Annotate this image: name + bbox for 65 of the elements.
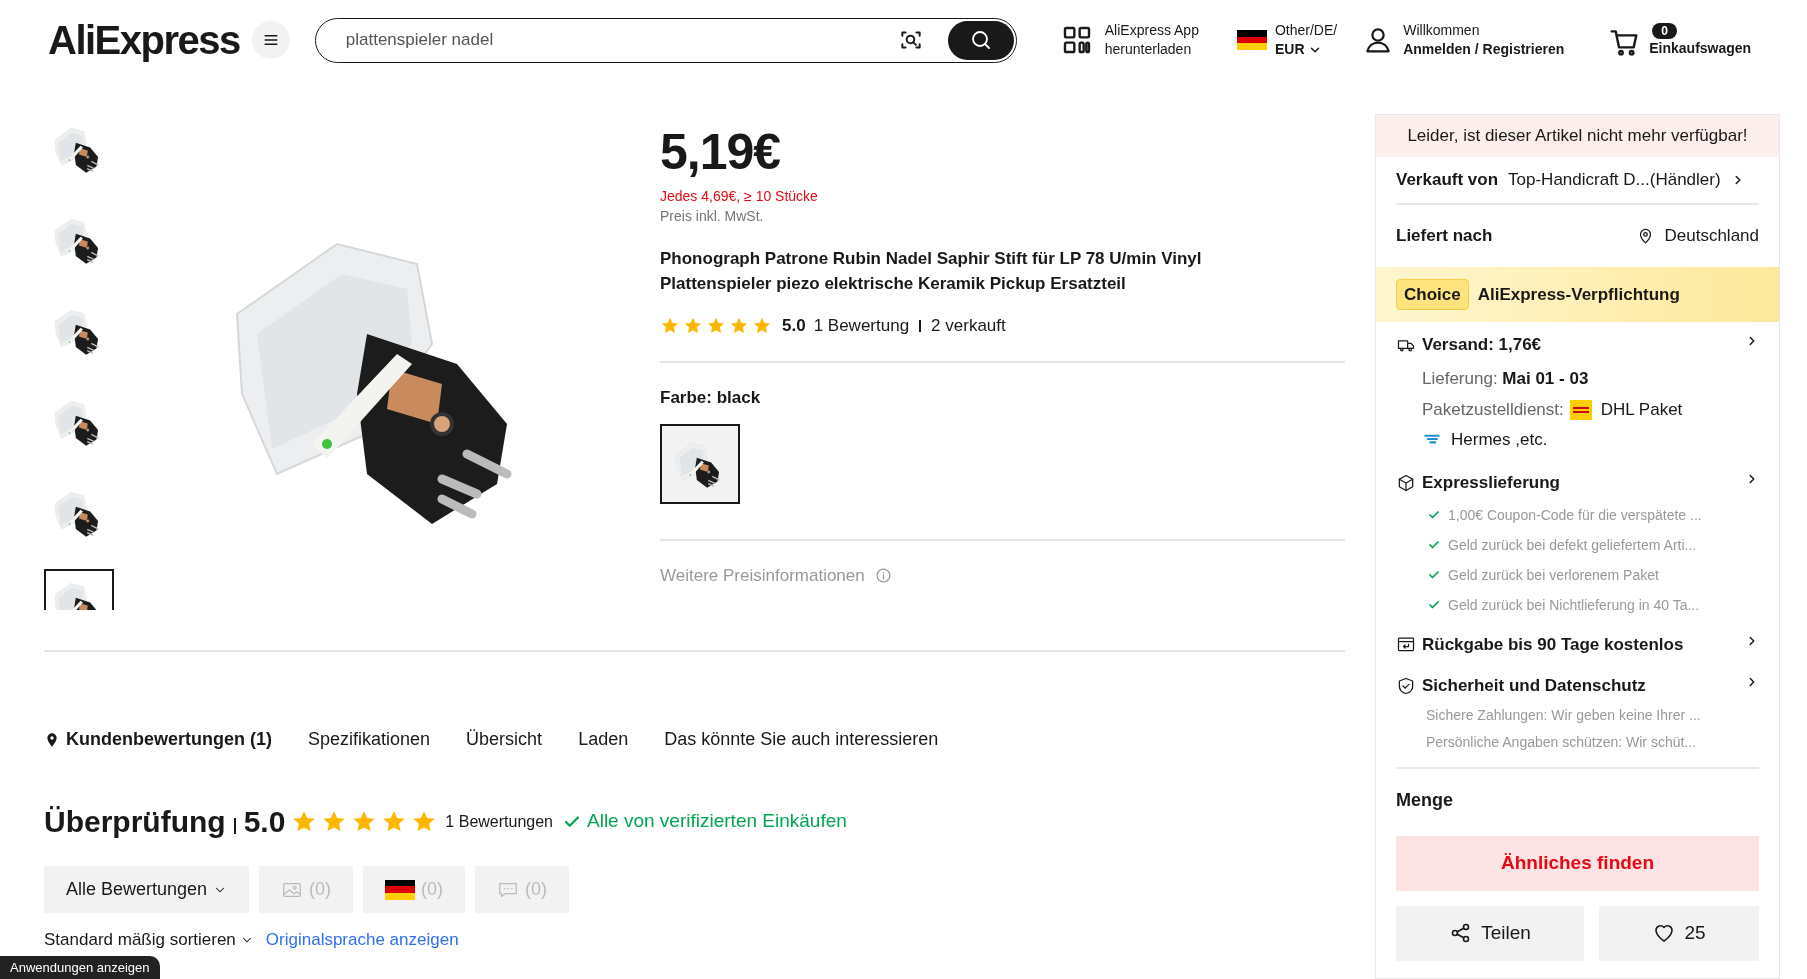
menu-button[interactable] [251, 21, 290, 59]
section-title: Expresslieferung [1422, 472, 1561, 494]
review-count-link[interactable]: 1 Bewertung [813, 313, 910, 339]
region-selector[interactable]: Other/DE/ EUR [1274, 21, 1338, 59]
location-pin-icon [44, 731, 60, 748]
review-filter[interactable]: Alle Bewertungen [44, 866, 250, 913]
tab[interactable]: Übersicht [466, 726, 543, 753]
carrier-logo-icon [1569, 399, 1592, 420]
carrier-name: Hermes ,etc. [1451, 428, 1548, 451]
privacy-note: Persönliche Angaben schützen: Wir schüt... [1426, 732, 1698, 752]
german-flag-icon [1236, 30, 1267, 50]
quantity-label: Menge [1396, 788, 1454, 812]
carrier-name: DHL Paket [1600, 399, 1683, 421]
check-icon [1428, 509, 1440, 521]
sort-dropdown[interactable]: Standard mäßig sortieren [44, 927, 254, 953]
check-icon [1428, 569, 1440, 581]
logo[interactable]: AliExpress [48, 20, 240, 60]
rating-score: 5.0 [782, 315, 806, 337]
share-button[interactable]: Teilen [1396, 905, 1584, 961]
cart-link[interactable]: Einkaufswagen [1649, 38, 1752, 58]
tab[interactable]: Kundenbewertungen (1) [44, 726, 272, 753]
app-download-link[interactable]: AliExpress App herunterladen [1104, 21, 1199, 59]
delivery-estimate: Lieferung: Mai 01 - 03 [1422, 367, 1590, 390]
shield-icon [1396, 675, 1416, 696]
price: 5,19€ [660, 124, 782, 180]
section-title: Sicherheit und Datenschutz [1422, 675, 1647, 697]
choice-badge: Choice [1396, 278, 1469, 311]
section-title: Versand: 1,76€ [1422, 334, 1543, 356]
guarantee-point: Geld zurück bei verlorenem Paket [1448, 565, 1659, 585]
review-count: 1 Bewertungen [445, 811, 553, 832]
verified-note: Alle von verifizierten Einkäufen [587, 809, 847, 834]
color-label: Farbe: black [660, 386, 762, 409]
tax-note: Preis inkl. MwSt. [660, 207, 765, 226]
find-similar-button[interactable]: Ähnliches finden [1396, 835, 1759, 891]
tab[interactable]: Laden [578, 726, 629, 753]
cart-count-badge: 0 [1652, 22, 1677, 39]
check-icon [1428, 599, 1440, 611]
rating-score: 5.0 [243, 804, 286, 840]
tooltip: Anwendungen anzeigen [0, 955, 160, 979]
guarantee-point: 1,00€ Coupon-Code für die verspätete ... [1448, 505, 1702, 525]
carrier-label: Paketzustelldienst: [1422, 399, 1564, 421]
tab[interactable]: Spezifikationen [308, 726, 431, 753]
ship-to-link[interactable]: Deutschland [1664, 223, 1759, 249]
privacy-note: Sichere Zahlungen: Wir geben keine Ihrer ... [1426, 705, 1702, 725]
box-icon [1396, 472, 1416, 493]
guarantee-point: Geld zurück bei defekt geliefertem Arti... [1448, 535, 1697, 555]
reviews-heading: Überprüfung [44, 804, 226, 840]
ship-to-label: Liefert nach [1396, 225, 1493, 248]
product-title: Phonograph Patrone Rubin Nadel Saphir Stift für LP 78 U/min Vinyl Plattenspieler piezo elektrische Keramik Pickup Ersatzteil [660, 248, 1203, 295]
german-flag-icon [385, 879, 416, 900]
choice-title: AliExpress-Verpflichtung [1477, 283, 1680, 306]
show-original-language-link[interactable]: Originalsprache anzeigen [265, 927, 459, 953]
color-option[interactable] [660, 424, 740, 504]
section-title: Rückgabe bis 90 Tage kostenlos [1422, 633, 1685, 656]
tab[interactable]: Das könnte Sie auch interessieren [664, 726, 939, 753]
info-icon [874, 567, 892, 585]
seller-link[interactable]: Verkauft von Top-Handicraft D...(Händler) [1396, 157, 1759, 205]
wishlist-button[interactable]: 25 [1599, 905, 1759, 961]
guarantee-point: Geld zurück bei Nichtlieferung in 40 Ta... [1448, 595, 1700, 615]
bulk-price: Jedes 4,69€, ≥ 10 Stücke [660, 187, 819, 206]
sold-count: 2 verkauft [931, 315, 1006, 337]
check-icon [1428, 539, 1440, 551]
account-link[interactable]: Willkommen Anmelden / Registrieren [1403, 21, 1565, 59]
search-button[interactable] [947, 20, 1014, 60]
unavailable-notice: Leider, ist dieser Artikel nicht mehr verfügbar! [1376, 115, 1779, 157]
